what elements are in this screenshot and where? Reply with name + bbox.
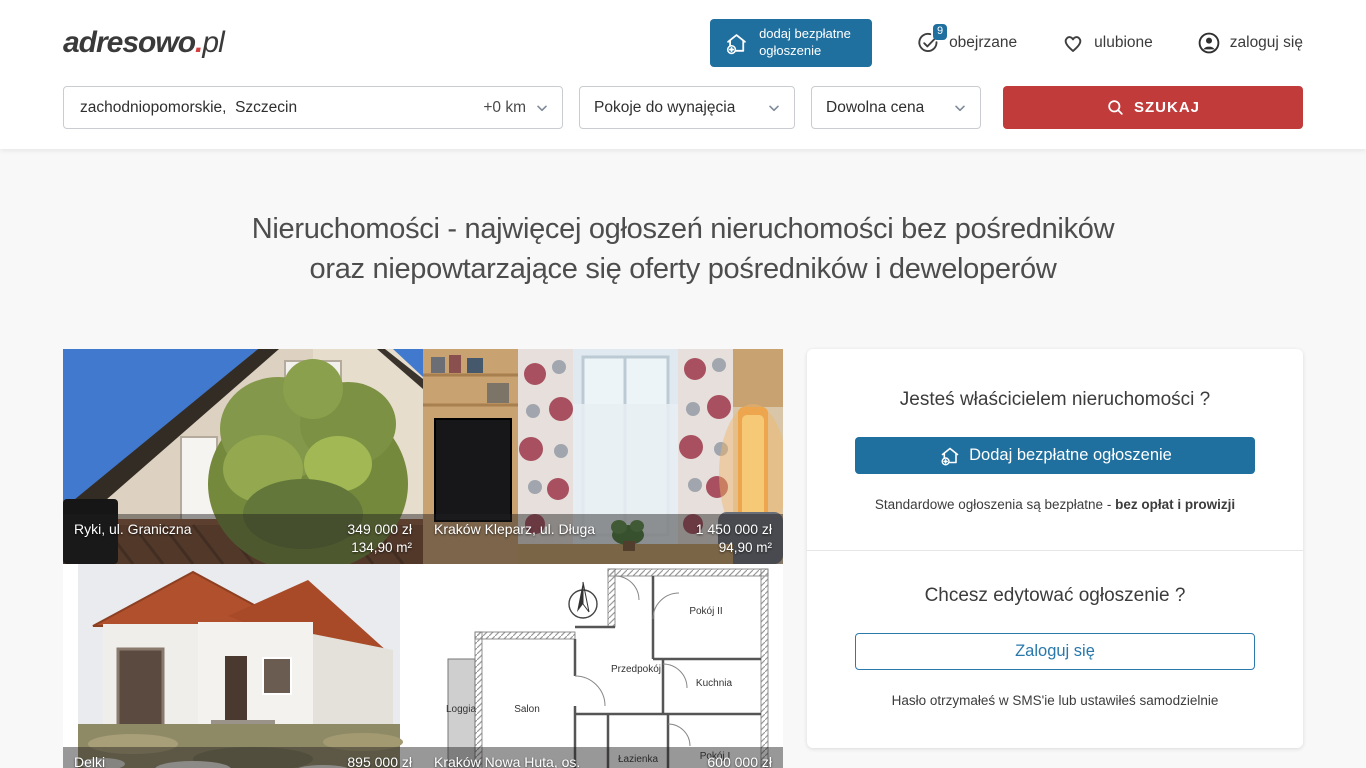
listing-floorplan: Pokój II Przedpokój Kuchnia Salon Loggia…	[423, 564, 783, 768]
location-value: zachodniopomorskie, Szczecin	[80, 99, 297, 117]
favorites-label: ulubione	[1094, 34, 1153, 52]
viewed-label: obejrzane	[949, 34, 1017, 52]
sidebar-card: Jesteś właścicielem nieruchomości ? Doda…	[807, 349, 1303, 748]
adresowo-logo[interactable]: adresowo.pl	[63, 26, 224, 60]
owner-note: Standardowe ogłoszenia są bezpłatne - be…	[855, 497, 1255, 512]
floorplan-room-label: Kuchnia	[696, 678, 733, 689]
price-value: Dowolna cena	[826, 99, 924, 117]
viewed-action[interactable]: 9 obejrzane	[916, 31, 1017, 55]
listing-photo	[63, 564, 423, 768]
owner-heading: Jesteś właścicielem nieruchomości ?	[855, 389, 1255, 411]
owner-note-text: Standardowe ogłoszenia są bezpłatne -	[875, 497, 1115, 512]
add-listing-sidebar-label: Dodaj bezpłatne ogłoszenie	[969, 446, 1172, 465]
favorites-action[interactable]: ulubione	[1061, 31, 1153, 55]
chevron-down-icon	[766, 100, 782, 116]
add-listing-header-button[interactable]: dodaj bezpłatne ogłoszenie	[710, 19, 872, 67]
listing-name: Kraków Nowa Huta, os.	[434, 753, 580, 768]
listing-price: 349 000 zł	[347, 520, 412, 539]
property-type-value: Pokoje do wynajęcia	[594, 99, 735, 117]
login-sidebar-button[interactable]: Zaloguj się	[855, 633, 1255, 670]
heart-icon	[1061, 31, 1085, 55]
listing-name: Kraków Kleparz, ul. Długa	[434, 520, 595, 539]
floorplan-room-label: Salon	[514, 704, 540, 715]
floorplan-room-label: Przedpokój	[611, 664, 661, 675]
listing-caption: Delki 895 000 zł	[63, 747, 423, 768]
page: adresowo.pl dodaj bezpłatne ogłoszenie	[0, 0, 1366, 768]
page-title: Nieruchomości - najwięcej ogłoszeń nieru…	[63, 209, 1303, 289]
listing-area: 94,90 m²	[434, 539, 772, 557]
listing-caption: Ryki, ul. Graniczna 349 000 zł 134,90 m²	[63, 514, 423, 564]
listing-price: 1 450 000 zł	[696, 520, 772, 539]
radius-select[interactable]: +0 km	[483, 99, 550, 117]
logo-text: adresowo	[63, 26, 195, 59]
search-bar: zachodniopomorskie, Szczecin +0 km Pokoj…	[63, 86, 1303, 149]
logo-tld: pl	[202, 26, 223, 59]
edit-note: Hasło otrzymałeś w SMS'ie lub ustawiłeś …	[855, 693, 1255, 708]
house-plus-icon	[938, 444, 962, 468]
listing-tile[interactable]: Kraków Kleparz, ul. Długa 1 450 000 zł 9…	[423, 349, 783, 564]
property-type-select[interactable]: Pokoje do wynajęcia	[579, 86, 795, 129]
viewed-count-badge: 9	[933, 24, 947, 40]
listing-tile[interactable]: Delki 895 000 zł	[63, 564, 423, 768]
edit-heading: Chcesz edytować ogłoszenie ?	[855, 585, 1255, 607]
listing-tile[interactable]: Pokój II Przedpokój Kuchnia Salon Loggia…	[423, 564, 783, 768]
listing-name: Ryki, ul. Graniczna	[74, 520, 191, 539]
edit-section: Chcesz edytować ogłoszenie ? Zaloguj się…	[807, 551, 1303, 748]
search-button-label: SZUKAJ	[1134, 99, 1200, 116]
floorplan-room-label: Pokój II	[689, 606, 722, 617]
main-content: Nieruchomości - najwięcej ogłoszeń nieru…	[63, 209, 1303, 768]
add-listing-label: dodaj bezpłatne ogłoszenie	[759, 26, 859, 60]
radius-value: +0 km	[483, 99, 526, 117]
listing-caption: Kraków Kleparz, ul. Długa 1 450 000 zł 9…	[423, 514, 783, 564]
site-header: adresowo.pl dodaj bezpłatne ogłoszenie	[0, 0, 1366, 149]
listing-price: 895 000 zł	[347, 753, 412, 768]
login-label: zaloguj się	[1230, 34, 1303, 52]
chevron-down-icon	[952, 100, 968, 116]
owner-section: Jesteś właścicielem nieruchomości ? Doda…	[807, 349, 1303, 550]
page-title-line1: Nieruchomości - najwięcej ogłoszeń nieru…	[63, 209, 1303, 249]
page-title-line2: oraz niepowtarzające się oferty pośredni…	[63, 249, 1303, 289]
listing-caption: Kraków Nowa Huta, os. 600 000 zł	[423, 747, 783, 768]
owner-note-bold: bez opłat i prowizji	[1115, 497, 1235, 512]
header-top: adresowo.pl dodaj bezpłatne ogłoszenie	[63, 0, 1303, 86]
location-input[interactable]: zachodniopomorskie, Szczecin +0 km	[63, 86, 563, 129]
listing-area: 134,90 m²	[74, 539, 412, 557]
listing-tile[interactable]: Ryki, ul. Graniczna 349 000 zł 134,90 m²	[63, 349, 423, 564]
add-listing-sidebar-button[interactable]: Dodaj bezpłatne ogłoszenie	[855, 437, 1255, 474]
viewed-icon-wrap: 9	[916, 31, 940, 55]
listing-name: Delki	[74, 753, 105, 768]
search-icon	[1106, 98, 1125, 117]
floorplan-room-label: Loggia	[446, 704, 476, 715]
house-plus-icon	[723, 30, 750, 57]
listings-grid: Ryki, ul. Graniczna 349 000 zł 134,90 m²	[63, 349, 783, 768]
user-icon	[1197, 31, 1221, 55]
chevron-down-icon	[534, 100, 550, 116]
header-actions: dodaj bezpłatne ogłoszenie 9 obejrzane	[710, 19, 1303, 67]
search-button[interactable]: SZUKAJ	[1003, 86, 1303, 129]
listing-price: 600 000 zł	[707, 753, 772, 768]
price-select[interactable]: Dowolna cena	[811, 86, 981, 129]
login-action[interactable]: zaloguj się	[1197, 31, 1303, 55]
